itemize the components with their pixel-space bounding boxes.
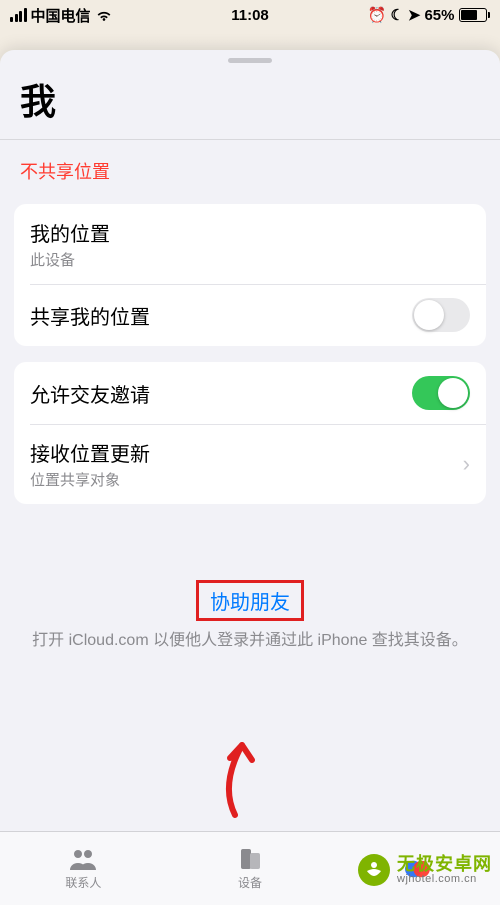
devices-icon — [235, 846, 265, 872]
alarm-icon: ⏰ — [368, 6, 387, 24]
row-allow-friend-requests[interactable]: 允许交友邀请 — [14, 362, 486, 424]
watermark-url: wjhotel.com.cn — [397, 874, 492, 886]
tab-label: 联系人 — [65, 874, 101, 891]
help-friend-link[interactable]: 协助朋友 — [210, 592, 290, 614]
row-my-location[interactable]: 我的位置 此设备 — [14, 204, 486, 284]
wifi-icon — [95, 8, 113, 22]
status-right: ⏰ ☾ ➤ 65% — [368, 6, 490, 24]
row-title: 共享我的位置 — [30, 301, 150, 330]
carrier-label: 中国电信 — [31, 5, 91, 26]
signal-icon — [10, 8, 27, 22]
watermark-title: 无极安卓网 — [397, 855, 492, 874]
chevron-right-icon: › — [463, 451, 470, 477]
settings-group-location: 我的位置 此设备 共享我的位置 — [14, 204, 486, 346]
row-title: 我的位置 — [30, 218, 110, 247]
battery-icon — [459, 8, 491, 22]
share-location-toggle[interactable] — [412, 298, 470, 332]
watermark-logo-icon — [357, 853, 391, 887]
status-bar: 中国电信 11:08 ⏰ ☾ ➤ 65% — [0, 0, 500, 30]
help-friend-description: 打开 iCloud.com 以便他人登录并通过此 iPhone 查找其设备。 — [28, 629, 472, 652]
battery-pct: 65% — [424, 7, 454, 24]
page-title: 我 — [0, 69, 500, 139]
help-friend-section: 协助朋友 打开 iCloud.com 以便他人登录并通过此 iPhone 查找其… — [0, 512, 500, 652]
annotation-arrow — [200, 730, 270, 820]
row-title: 允许交友邀请 — [30, 379, 150, 408]
contacts-icon — [68, 846, 98, 872]
watermark: 无极安卓网 wjhotel.com.cn — [357, 853, 492, 887]
tab-devices[interactable]: 设备 — [167, 832, 334, 905]
not-sharing-label: 不共享位置 — [20, 162, 110, 182]
row-title: 接收位置更新 — [30, 438, 150, 467]
tab-label: 设备 — [238, 874, 262, 891]
not-sharing-header: 不共享位置 — [0, 140, 500, 196]
status-left: 中国电信 — [10, 5, 113, 26]
status-time: 11:08 — [231, 7, 269, 24]
me-sheet: 我 不共享位置 我的位置 此设备 共享我的位置 允许交友邀请 — [0, 50, 500, 905]
allow-friend-requests-toggle[interactable] — [412, 376, 470, 410]
location-icon: ➤ — [408, 6, 421, 24]
tab-contacts[interactable]: 联系人 — [0, 832, 167, 905]
row-sub: 此设备 — [30, 249, 110, 270]
settings-group-friends: 允许交友邀请 接收位置更新 位置共享对象 › — [14, 362, 486, 504]
row-receive-location-updates[interactable]: 接收位置更新 位置共享对象 › — [14, 424, 486, 504]
row-share-my-location[interactable]: 共享我的位置 — [14, 284, 486, 346]
sheet-grabber[interactable] — [228, 58, 272, 63]
dnd-icon: ☾ — [390, 6, 403, 24]
row-sub: 位置共享对象 — [30, 469, 150, 490]
